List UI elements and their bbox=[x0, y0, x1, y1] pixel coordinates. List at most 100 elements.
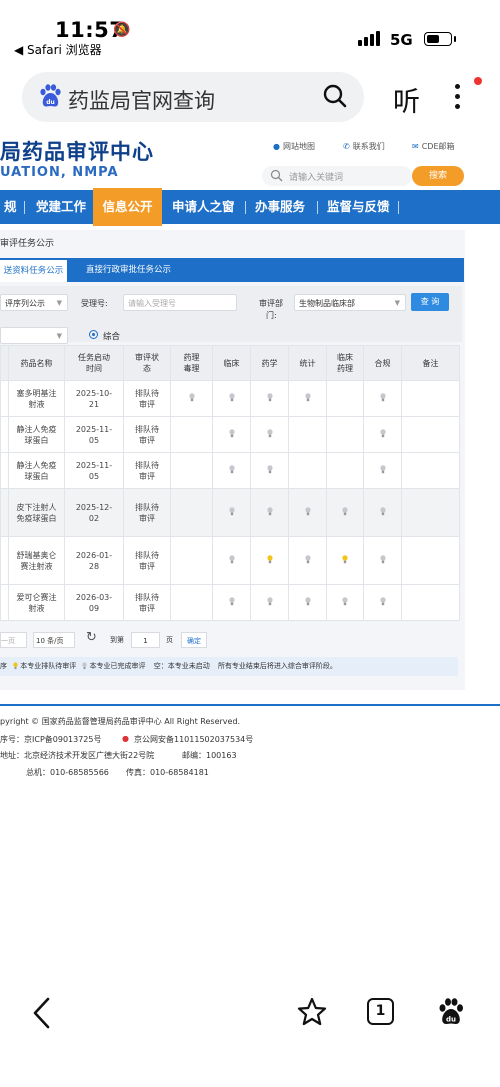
specialty-status-cell bbox=[363, 584, 402, 621]
query-button[interactable]: 查 询 bbox=[411, 293, 449, 311]
nav-divider bbox=[24, 201, 25, 214]
status-legend: 序 本专业排队待审评 本专业已完成审评 空：本专业未启动 所有专业结束后将进入综… bbox=[0, 657, 458, 676]
goto-label: 到第 bbox=[110, 636, 124, 644]
contact-link[interactable]: ✆ 联系我们 bbox=[343, 141, 385, 152]
column-header: 药学 bbox=[250, 345, 289, 381]
note-cell bbox=[401, 584, 460, 621]
pending-bulb-icon bbox=[342, 554, 348, 566]
tab-submission-tasks[interactable]: 送资料任务公示 bbox=[0, 260, 67, 282]
back-to-app-link[interactable]: ◀ Safari 浏览器 bbox=[14, 41, 102, 58]
nav-item-party-work[interactable]: 党建工作 bbox=[33, 190, 89, 224]
table-row[interactable]: 皮下注射人免疫球蛋白 2025-12-02 排队待审评 bbox=[0, 488, 460, 537]
nav-item-info-public[interactable]: 信息公开 bbox=[93, 188, 162, 226]
specialty-status-cell bbox=[288, 584, 327, 621]
footer-icp[interactable]: 序号：京ICP备09013725号 bbox=[0, 734, 102, 745]
network-type: 5G bbox=[390, 31, 413, 49]
dept-select[interactable]: 生物制品临床部 ▼ bbox=[294, 294, 406, 311]
drug-name-cell[interactable]: 舒瑞基奥仑赛注射液 bbox=[8, 536, 65, 585]
drug-name-cell[interactable]: 爱可仑赛注射液 bbox=[8, 584, 65, 621]
column-header: 统计 bbox=[288, 345, 327, 381]
table-row[interactable]: 爱可仑赛注射液 2026-03-09 排队待审评 bbox=[0, 584, 460, 621]
row-index-cell bbox=[0, 380, 9, 417]
done-bulb-icon bbox=[228, 428, 235, 440]
column-header: 临床药理 bbox=[326, 345, 364, 381]
search-query-text[interactable]: 药监局官网查询 bbox=[68, 85, 215, 115]
drug-name-cell[interactable]: 静注人免疫球蛋白 bbox=[8, 452, 65, 489]
site-subtitle: UATION, NMPA bbox=[0, 165, 119, 180]
sequence-select[interactable]: 评序列公示 ▼ bbox=[0, 294, 68, 311]
tab-direct-approval-tasks[interactable]: 直接行政审批任务公示 bbox=[86, 258, 171, 282]
nav-item-applicant-window[interactable]: 申请人之窗 bbox=[169, 190, 238, 224]
done-bulb-icon bbox=[379, 596, 386, 608]
specialty-status-cell bbox=[212, 416, 251, 453]
note-cell bbox=[401, 452, 460, 489]
done-bulb-icon bbox=[304, 392, 311, 404]
table-row[interactable]: 静注人免疫球蛋白 2025-11-05 排队待审评 bbox=[0, 416, 460, 453]
specialty-status-cell bbox=[288, 380, 327, 417]
prev-page-button[interactable]: 一页 bbox=[0, 632, 27, 648]
accept-no-input[interactable]: 请输入受理号 bbox=[123, 294, 237, 311]
done-bulb-icon bbox=[266, 392, 273, 404]
dept-label: 审评部 bbox=[259, 299, 283, 308]
tabs-bar bbox=[0, 258, 464, 282]
tabs-button[interactable]: 1 bbox=[367, 998, 394, 1025]
radio-comprehensive[interactable] bbox=[89, 330, 98, 339]
goto-confirm-button[interactable]: 确定 bbox=[181, 632, 207, 648]
chevron-down-icon: ▼ bbox=[56, 299, 62, 307]
done-bulb-icon bbox=[228, 392, 235, 404]
footer-postcode: 邮编：100163 bbox=[182, 751, 237, 760]
note-cell bbox=[401, 536, 460, 585]
table-row[interactable]: 静注人免疫球蛋白 2025-11-05 排队待审评 bbox=[0, 452, 460, 489]
review-status-cell: 排队待审评 bbox=[123, 488, 171, 537]
refresh-icon[interactable]: ↻ bbox=[86, 630, 97, 645]
drug-name-cell[interactable]: 塞多明基注射液 bbox=[8, 380, 65, 417]
nav-divider bbox=[317, 201, 318, 214]
cde-mail-link[interactable]: ✉ CDE邮箱 bbox=[412, 141, 455, 152]
pending-bulb-icon bbox=[266, 554, 273, 566]
notification-dot bbox=[474, 77, 482, 85]
done-bulb-icon bbox=[379, 506, 386, 518]
table-row[interactable]: 塞多明基注射液 2025-10-21 排队待审评 bbox=[0, 380, 460, 417]
baidu-home-icon[interactable]: du bbox=[436, 997, 466, 1027]
listen-button[interactable]: 听 bbox=[393, 80, 420, 119]
page-size-select[interactable]: 10 条/页 bbox=[33, 632, 75, 648]
nav-item-services[interactable]: 办事服务 bbox=[252, 190, 308, 224]
drug-name-cell[interactable]: 皮下注射人免疫球蛋白 bbox=[8, 488, 65, 537]
keyword-search-button[interactable]: 搜索 bbox=[412, 166, 464, 186]
mail-icon: ✉ bbox=[412, 142, 419, 151]
note-cell bbox=[401, 488, 460, 537]
footer-police[interactable]: 京公网安备11011502037534号 bbox=[134, 734, 253, 745]
police-badge-icon: ● bbox=[122, 734, 129, 743]
done-bulb-icon bbox=[266, 596, 273, 608]
drug-name-cell[interactable]: 静注人免疫球蛋白 bbox=[8, 416, 65, 453]
row-index-cell bbox=[0, 452, 9, 489]
nav-item-regulation[interactable]: 规 bbox=[0, 190, 21, 224]
secondary-select[interactable]: ▼ bbox=[0, 327, 68, 344]
specialty-status-cell bbox=[288, 488, 327, 537]
column-header-index bbox=[0, 345, 9, 381]
done-bulb-icon bbox=[379, 464, 386, 476]
bookmark-star-icon[interactable] bbox=[296, 996, 328, 1028]
back-arrow-icon[interactable] bbox=[32, 996, 52, 1030]
row-index-cell bbox=[0, 416, 9, 453]
keyword-placeholder: 请输入关键词 bbox=[289, 173, 344, 183]
column-header: 任务启动时间 bbox=[64, 345, 124, 381]
table-row[interactable]: 舒瑞基奥仑赛注射液 2026-01-28 排队待审评 bbox=[0, 536, 460, 585]
specialty-status-cell bbox=[170, 380, 213, 417]
sitemap-link[interactable]: ● 网站地图 bbox=[273, 141, 315, 152]
page-number-input[interactable]: 1 bbox=[131, 632, 160, 648]
row-index-cell bbox=[0, 584, 9, 621]
accept-no-label: 受理号: bbox=[81, 299, 108, 308]
specialty-status-cell bbox=[212, 380, 251, 417]
svg-text:du: du bbox=[46, 99, 55, 106]
done-bulb-icon bbox=[304, 506, 311, 518]
search-icon[interactable] bbox=[322, 83, 348, 109]
more-menu-icon[interactable] bbox=[452, 82, 464, 112]
specialty-status-cell bbox=[212, 488, 251, 537]
column-header: 审评状态 bbox=[123, 345, 171, 381]
battery-icon bbox=[424, 32, 456, 46]
specialty-status-cell bbox=[363, 536, 402, 585]
nav-item-supervision[interactable]: 监督与反馈 bbox=[324, 190, 393, 224]
chevron-down-icon: ▼ bbox=[394, 299, 400, 307]
specialty-status-cell bbox=[212, 536, 251, 585]
